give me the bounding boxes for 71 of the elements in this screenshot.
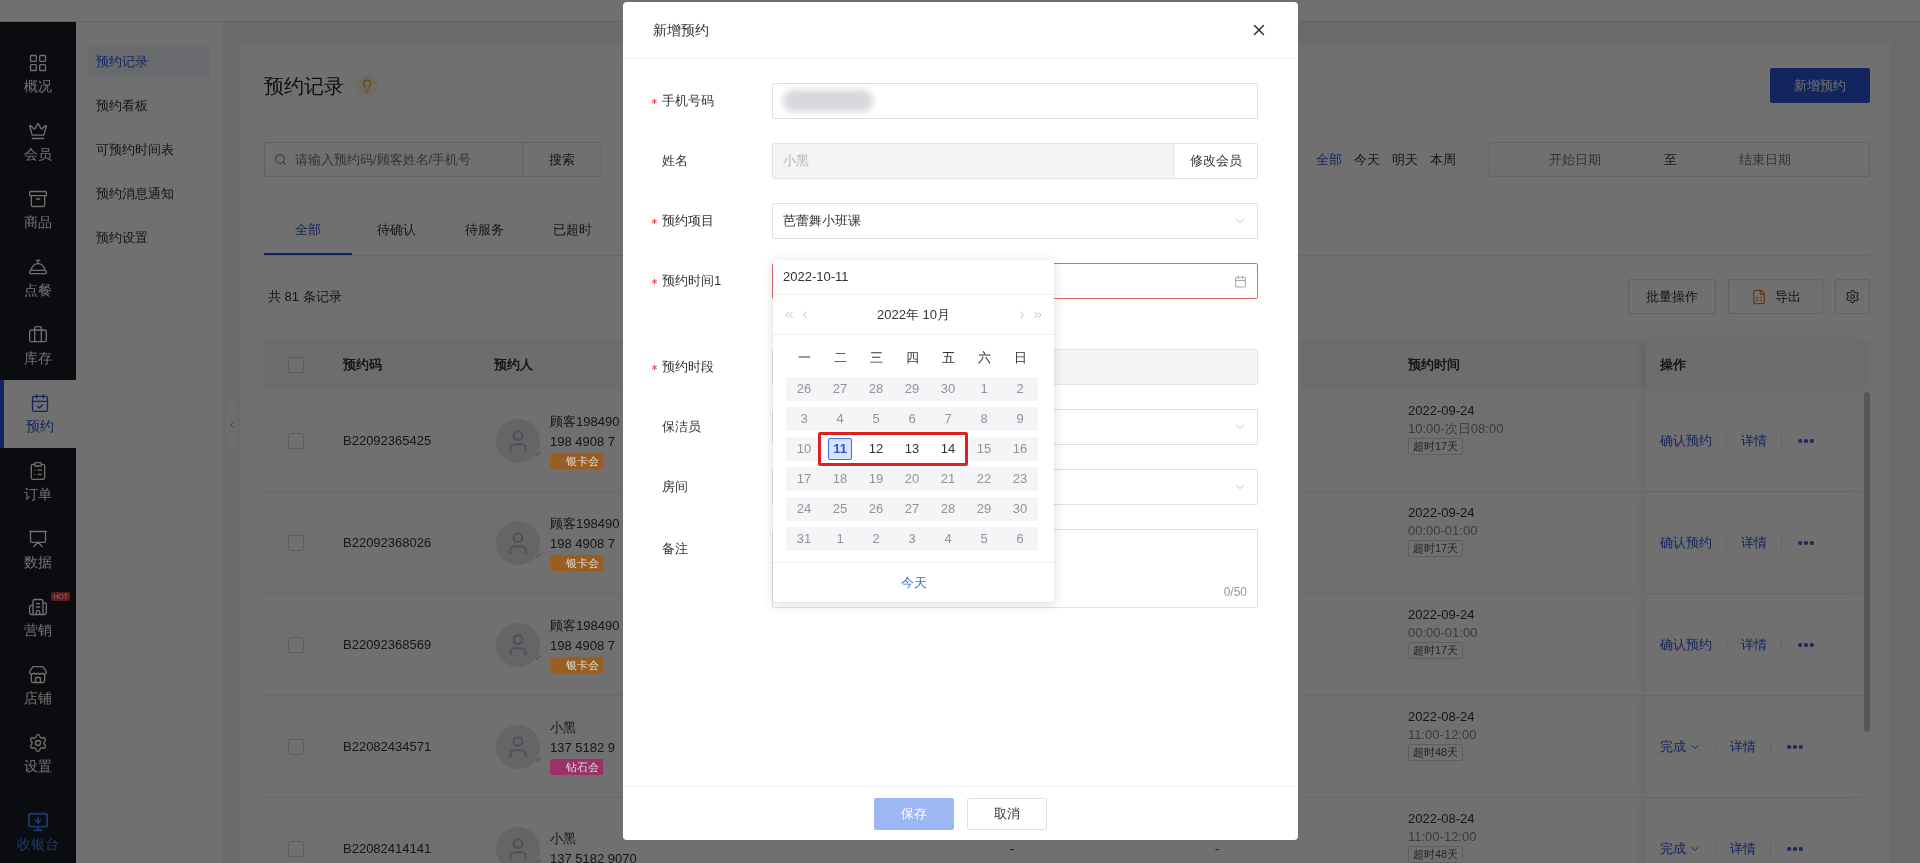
customer-phone: 198 4908 7: [550, 534, 617, 553]
nav-label: 会员: [24, 145, 52, 163]
fixed-column-header: 操作: [1645, 339, 1870, 390]
booking-date: 2022-08-24: [1408, 708, 1475, 726]
nav-label: 数据: [24, 553, 52, 571]
nav-label: 点餐: [24, 281, 52, 299]
customer-name: 顾客198490: [550, 514, 620, 533]
field-label: 手机号码: [662, 92, 714, 111]
member-badge: 银卡会: [550, 452, 603, 469]
customer-phone: 198 4908 7: [550, 636, 617, 655]
character-counter: 0/50: [1223, 584, 1247, 601]
table-cell: -: [1215, 840, 1220, 856]
weekday-label: 一: [796, 349, 812, 368]
customer-name: 顾客198490: [550, 412, 620, 431]
month-title: 2022年 10月: [876, 305, 951, 324]
nav-label: 商品: [24, 213, 52, 231]
table-cell: -: [1010, 840, 1015, 856]
record-count: 共 81 条记录: [267, 287, 342, 306]
booking-code: B22092368569: [343, 636, 432, 652]
nav-label: 预约: [26, 417, 54, 435]
overdue-tag: 超时17天: [1408, 540, 1464, 557]
gender-symbol: ♂: [534, 856, 542, 863]
member-badge: 银卡会: [550, 656, 603, 673]
booking-date: 2022-09-24: [1408, 504, 1475, 522]
field-label: 备注: [662, 540, 688, 558]
weekday-label: 三: [868, 349, 884, 368]
overdue-tag: 超时48天: [1408, 744, 1464, 761]
overdue-tag: 超时48天: [1408, 846, 1464, 863]
column-header: 预约时间: [1408, 356, 1460, 372]
weekday-label: 六: [976, 349, 992, 368]
customer-name: 顾客198490: [550, 616, 620, 635]
nav-label: 订单: [24, 485, 52, 503]
nav-label: 库存: [24, 349, 52, 367]
weekday-label: 五: [940, 349, 956, 368]
field-label: 保洁员: [662, 418, 701, 437]
field-label: 姓名: [662, 152, 688, 171]
weekday-label: 四: [904, 349, 920, 368]
modal-title: 新增预约: [653, 20, 709, 40]
overdue-tag: 超时17天: [1408, 642, 1464, 659]
booking-code: B22092365425: [343, 432, 432, 448]
field-label: 预约时间1: [662, 272, 722, 291]
member-badge: 银卡会: [550, 554, 603, 571]
booking-code: B22082434571: [343, 738, 432, 754]
member-badge: 钻石会: [550, 758, 603, 775]
gender-symbol: ♂: [534, 652, 542, 663]
customer-name: 小黑: [550, 829, 577, 848]
customer-phone: 137 5182 9: [550, 738, 616, 757]
customer-phone: 137 5182 9070: [550, 849, 637, 863]
gender-symbol: ♂: [534, 550, 542, 561]
weekday-label: 日: [1012, 349, 1028, 368]
nav-label: 概况: [24, 77, 52, 95]
column-header: 预约码: [343, 356, 382, 372]
overdue-tag: 超时17天: [1408, 438, 1464, 455]
column-header: 预约人: [494, 356, 533, 372]
booking-date: 2022-08-24: [1408, 810, 1475, 828]
booking-date: 2022-09-24: [1408, 402, 1475, 420]
booking-code: B22092368026: [343, 534, 432, 550]
field-label: 预约项目: [662, 212, 714, 231]
nav-label: 店铺: [24, 689, 52, 707]
gender-symbol: ♂: [534, 754, 542, 765]
field-label: 房间: [662, 478, 688, 497]
nav-label: 设置: [24, 757, 52, 775]
booking-code: B22082414141: [343, 840, 432, 856]
gender-symbol: ♂: [534, 448, 542, 459]
weekday-label: 二: [832, 349, 848, 368]
nav-label: 营销: [24, 621, 52, 639]
booking-date: 2022-09-24: [1408, 606, 1475, 624]
page-title: 预约记录: [264, 73, 344, 99]
customer-phone: 198 4908 7: [550, 432, 617, 451]
field-label: 预约时段: [662, 358, 714, 377]
customer-name: 小黑: [550, 718, 577, 737]
